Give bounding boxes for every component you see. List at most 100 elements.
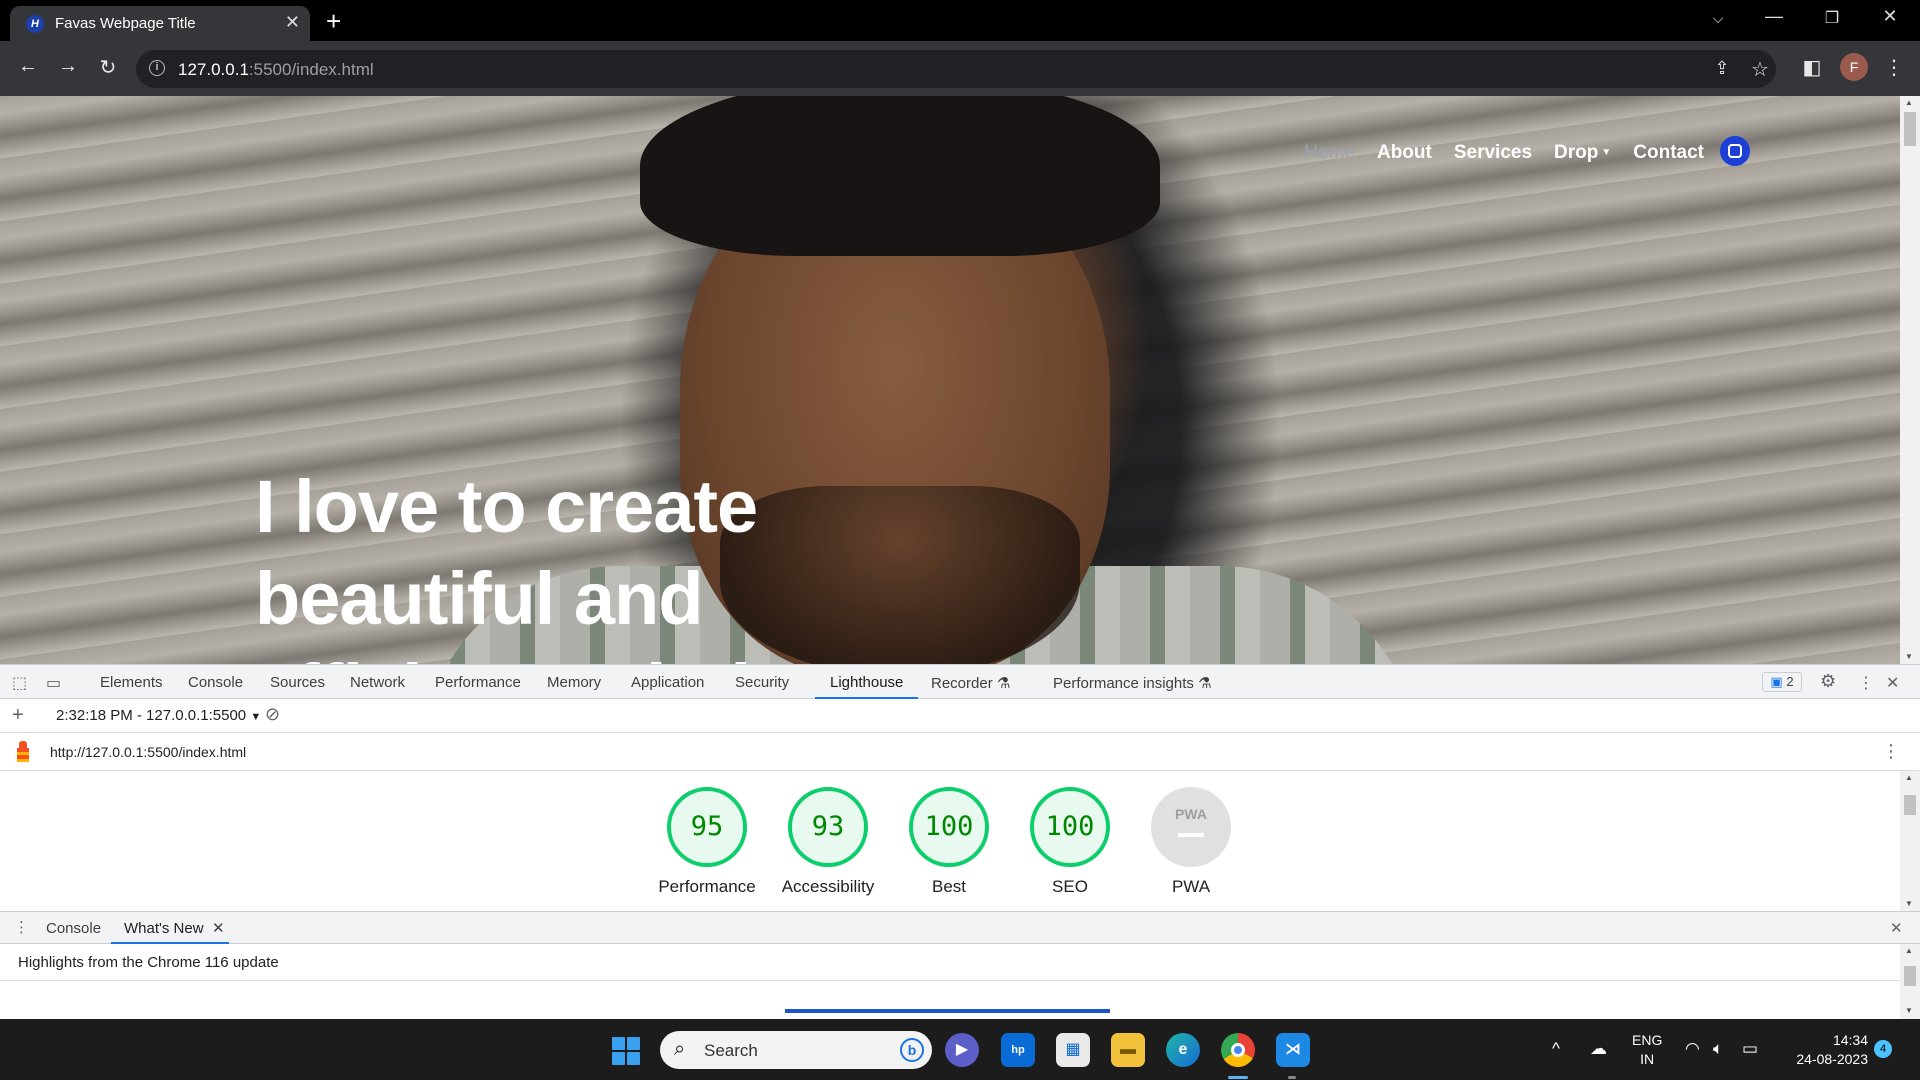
chrome-running-indicator xyxy=(1228,1076,1248,1079)
side-panel-icon[interactable]: ◧ xyxy=(1798,55,1826,80)
restore-button[interactable]: ❐ xyxy=(1812,8,1852,28)
region-code: IN xyxy=(1640,1051,1655,1067)
scroll-down-icon[interactable]: ▼ xyxy=(1905,652,1913,661)
clear-reports-icon[interactable]: ⊘ xyxy=(265,704,280,725)
device-toolbar-icon[interactable]: ▭ xyxy=(46,673,61,693)
new-report-plus-icon[interactable]: + xyxy=(12,704,24,727)
scroll-up-icon[interactable]: ▲ xyxy=(1905,98,1913,107)
scroll-up-icon[interactable]: ▲ xyxy=(1905,946,1913,955)
gauge-best-practices[interactable]: 100 Best xyxy=(879,787,1019,897)
chrome-menu-icon[interactable]: ⋮ xyxy=(1880,55,1908,80)
divider xyxy=(0,980,1900,981)
gauge-seo[interactable]: 100 SEO xyxy=(1000,787,1140,897)
report-url[interactable]: http://127.0.0.1:5500/index.html xyxy=(50,744,246,760)
devtools-tab-recorder[interactable]: Recorder ⚗ xyxy=(931,674,1010,692)
minimize-button[interactable]: — xyxy=(1754,6,1794,27)
devtools-tab-elements[interactable]: Elements xyxy=(100,674,163,691)
report-scroll-thumb[interactable] xyxy=(1904,795,1916,815)
reload-icon[interactable]: ↻ xyxy=(94,55,122,80)
devtools-tab-performance[interactable]: Performance xyxy=(435,674,521,691)
devtools-tab-performance-insights[interactable]: Performance insights ⚗ xyxy=(1053,674,1212,692)
forward-arrow-icon[interactable]: → xyxy=(54,55,82,78)
devtools-tab-console[interactable]: Console xyxy=(188,674,243,691)
devtools-menu-icon[interactable]: ⋮ xyxy=(1858,673,1874,693)
lang-code: ENG xyxy=(1632,1032,1663,1048)
nav-drop-label: Drop xyxy=(1554,142,1599,163)
chrome-icon[interactable] xyxy=(1221,1033,1255,1067)
address-bar[interactable]: i 127.0.0.1:5500/index.html ⇪ ☆ xyxy=(136,50,1776,88)
site-info-icon[interactable]: i xyxy=(149,60,165,76)
scroll-down-icon[interactable]: ▼ xyxy=(1905,899,1913,908)
gauge-accessibility[interactable]: 93 Accessibility xyxy=(758,787,898,897)
inspect-element-icon[interactable]: ⬚ xyxy=(12,673,27,693)
share-icon[interactable]: ⇪ xyxy=(1708,58,1736,79)
close-drawer-tab-icon[interactable]: ✕ xyxy=(212,919,225,937)
nav-home[interactable]: Home xyxy=(1304,142,1355,164)
vscode-icon[interactable]: ⋊ xyxy=(1276,1033,1310,1067)
pwa-dash xyxy=(1178,833,1204,837)
hero-line-2: beautiful and xyxy=(255,557,703,640)
teams-chat-icon[interactable]: ▶ xyxy=(945,1033,979,1067)
taskbar-search[interactable]: ⌕ Search b xyxy=(660,1031,932,1069)
whats-new-banner[interactable] xyxy=(785,1009,1110,1013)
notification-badge[interactable]: 4 xyxy=(1874,1040,1892,1058)
store-icon[interactable]: ▦ xyxy=(1056,1033,1090,1067)
nav-contact[interactable]: Contact xyxy=(1633,142,1704,164)
profile-avatar[interactable]: F xyxy=(1840,53,1868,81)
devtools-tab-application[interactable]: Application xyxy=(631,674,704,691)
show-hidden-icons-chevron-icon[interactable]: ^ xyxy=(1552,1039,1560,1059)
report-menu-icon[interactable]: ⋮ xyxy=(1882,741,1900,762)
devtools-tab-security[interactable]: Security xyxy=(735,674,789,691)
report-scrollbar[interactable]: ▲ ▼ xyxy=(1900,771,1920,911)
settings-gear-icon[interactable]: ⚙ xyxy=(1820,671,1836,692)
wifi-icon[interactable]: ◠ xyxy=(1685,1039,1700,1059)
tab-search-chevron-icon[interactable]: ⌵ xyxy=(1698,10,1738,27)
bing-icon[interactable]: b xyxy=(900,1038,924,1062)
scroll-up-icon[interactable]: ▲ xyxy=(1905,773,1913,782)
edge-icon[interactable]: e xyxy=(1166,1033,1200,1067)
nav-services[interactable]: Services xyxy=(1454,142,1532,164)
page-scrollbar[interactable]: ▲ ▼ xyxy=(1900,96,1920,664)
nav-about[interactable]: About xyxy=(1377,142,1432,164)
message-icon: ▣ xyxy=(1770,674,1783,689)
new-tab-button[interactable]: + xyxy=(326,6,341,37)
drawer-scroll-thumb[interactable] xyxy=(1904,966,1916,986)
page-scroll-thumb[interactable] xyxy=(1904,112,1916,146)
gauge-performance[interactable]: 95 Performance xyxy=(637,787,777,897)
close-window-button[interactable]: ✕ xyxy=(1870,6,1910,27)
drawer-menu-icon[interactable]: ⋮ xyxy=(14,918,29,936)
devtools-tab-sources[interactable]: Sources xyxy=(270,674,325,691)
bookmark-star-icon[interactable]: ☆ xyxy=(1746,57,1774,82)
drawer-scrollbar[interactable]: ▲ ▼ xyxy=(1900,944,1920,1019)
volume-icon[interactable]: 🔈︎ xyxy=(1713,1039,1723,1059)
close-devtools-icon[interactable]: ✕ xyxy=(1886,673,1899,693)
report-selector[interactable]: 2:32:18 PM - 127.0.0.1:5500 ▼ xyxy=(56,707,261,724)
drawer-tab-whats-new[interactable]: What's New xyxy=(124,920,204,937)
language-indicator[interactable]: ENG IN xyxy=(1632,1031,1662,1069)
scroll-down-icon[interactable]: ▼ xyxy=(1905,1006,1913,1015)
system-clock[interactable]: 14:34 24-08-2023 xyxy=(1784,1031,1868,1069)
close-drawer-icon[interactable]: ✕ xyxy=(1890,919,1903,937)
issues-badge[interactable]: ▣ 2 xyxy=(1762,672,1802,692)
address-url[interactable]: 127.0.0.1:5500/index.html xyxy=(178,60,374,80)
back-arrow-icon[interactable]: ← xyxy=(14,55,42,78)
close-tab-icon[interactable]: ✕ xyxy=(285,12,300,33)
gauge-label: SEO xyxy=(1052,877,1088,896)
lighthouse-score-gauges: 95 Performance 93 Accessibility 100 Best… xyxy=(0,771,1900,911)
myhp-icon[interactable]: hp xyxy=(1001,1033,1035,1067)
issues-count: 2 xyxy=(1786,674,1794,689)
windows-taskbar: ⌕ Search b ▶ hp ▦ ▬ e ⋊ ^ ☁ ENG IN ◠ 🔈︎ … xyxy=(0,1019,1920,1080)
instagram-icon[interactable] xyxy=(1720,136,1750,166)
devtools-tab-network[interactable]: Network xyxy=(350,674,405,691)
battery-icon[interactable]: ▭ xyxy=(1742,1039,1758,1059)
nav-drop[interactable]: Drop ▼ xyxy=(1554,142,1611,164)
devtools-panel: ⬚ ▭ Elements Console Sources Network Per… xyxy=(0,664,1920,1019)
devtools-tab-lighthouse[interactable]: Lighthouse xyxy=(830,674,903,691)
gauge-pwa[interactable]: PWA PWA xyxy=(1121,787,1261,897)
start-windows-icon[interactable] xyxy=(612,1037,640,1065)
browser-tab[interactable]: H Favas Webpage Title ✕ xyxy=(10,6,310,41)
onedrive-icon[interactable]: ☁ xyxy=(1590,1039,1607,1059)
drawer-tab-console[interactable]: Console xyxy=(46,920,101,937)
file-explorer-icon[interactable]: ▬ xyxy=(1111,1033,1145,1067)
devtools-tab-memory[interactable]: Memory xyxy=(547,674,601,691)
